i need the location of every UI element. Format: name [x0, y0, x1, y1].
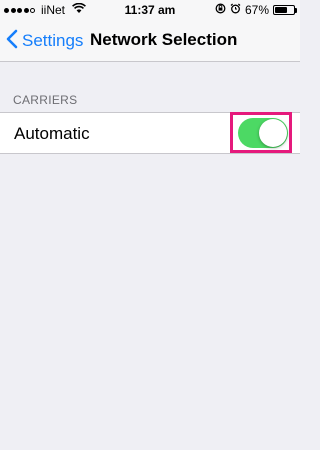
section-header-carriers: CARRIERS: [13, 93, 78, 107]
back-button-label: Settings: [22, 31, 84, 50]
chevron-left-icon: [6, 29, 22, 54]
screen: iiNet 11:37 am 67% Settings Network Sele…: [0, 0, 300, 450]
back-button[interactable]: Settings: [6, 28, 83, 54]
battery-level-fill: [275, 7, 288, 13]
status-bar: iiNet 11:37 am 67%: [0, 0, 300, 20]
rotation-lock-icon: [215, 3, 226, 17]
status-right: 67%: [215, 3, 297, 17]
navigation-bar: Settings Network Selection: [0, 20, 300, 62]
automatic-label: Automatic: [14, 124, 90, 143]
battery-percent: 67%: [244, 3, 269, 17]
battery-icon: [273, 5, 297, 15]
alarm-icon: [230, 3, 241, 17]
page-title: Network Selection: [90, 30, 238, 49]
highlight-annotation: [230, 112, 292, 153]
